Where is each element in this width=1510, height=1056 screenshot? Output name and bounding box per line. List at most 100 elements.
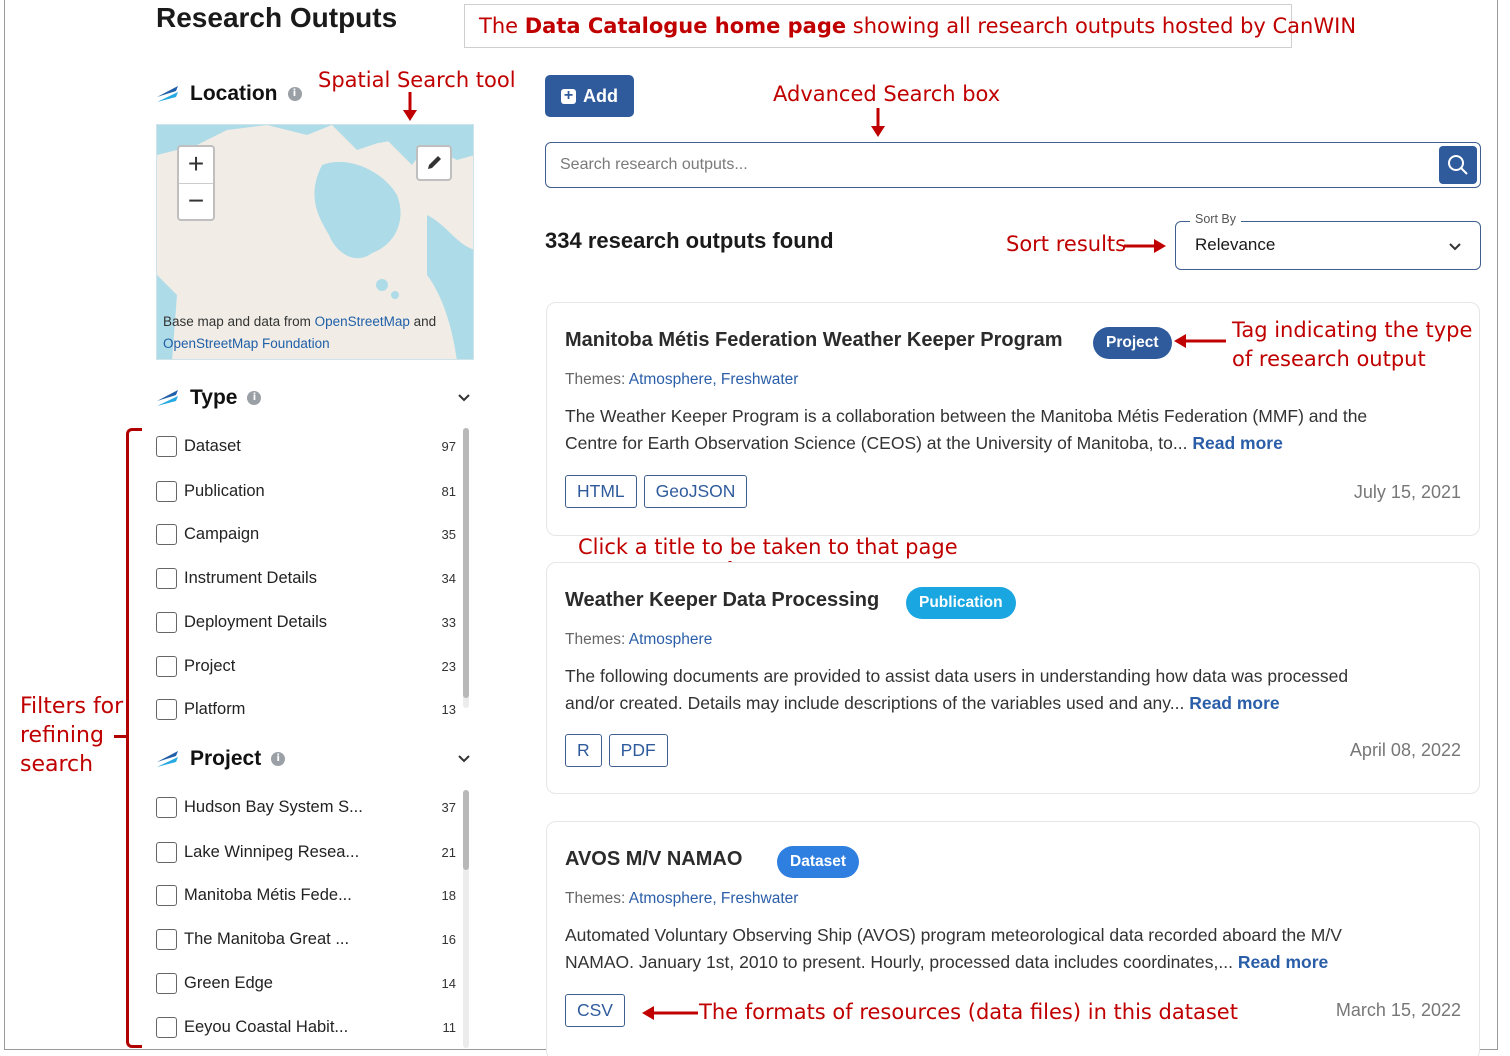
type-filter-project[interactable]: Project 23 <box>156 654 456 678</box>
filter-label: Manitoba Métis Fede... <box>184 885 352 904</box>
type-filter-instrument-details[interactable]: Instrument Details 34 <box>156 566 456 590</box>
themes-label: Themes: <box>565 890 629 907</box>
result-title-link[interactable]: AVOS M/V NAMAO <box>565 848 742 871</box>
type-filter-deployment-details[interactable]: Deployment Details 33 <box>156 610 456 634</box>
checkbox[interactable] <box>156 523 177 545</box>
format-tag[interactable]: HTML <box>565 475 637 508</box>
type-header[interactable]: Type i <box>156 386 474 410</box>
draw-area-button[interactable] <box>416 145 452 181</box>
checkbox[interactable] <box>156 841 177 863</box>
chevron-down-icon[interactable] <box>457 754 471 764</box>
read-more-link[interactable]: Read more <box>1238 952 1328 972</box>
format-tag[interactable]: CSV <box>565 994 625 1027</box>
zoom-out-button[interactable]: − <box>179 183 213 219</box>
search-input[interactable] <box>560 151 1410 179</box>
chevron-down-icon[interactable] <box>457 393 471 403</box>
theme-links[interactable]: Atmosphere, Freshwater <box>629 890 799 907</box>
canwin-logo-icon <box>157 390 178 406</box>
type-filter-platform[interactable]: Platform 13 <box>156 697 456 721</box>
annotation-filters: Filters for refining search <box>20 692 123 779</box>
sort-select[interactable]: Sort By Relevance <box>1175 212 1481 270</box>
type-filter-scrollbar[interactable] <box>463 428 469 708</box>
type-filter-campaign[interactable]: Campaign 35 <box>156 522 456 546</box>
project-filter-item[interactable]: Green Edge 14 <box>156 971 456 995</box>
project-filter-item[interactable]: Lake Winnipeg Resea... 21 <box>156 840 456 864</box>
description-line: Centre for Earth Observation Science (CE… <box>565 433 1193 453</box>
filter-label: Project <box>184 656 236 675</box>
result-date: March 15, 2022 <box>1335 1000 1461 1020</box>
type-badge[interactable]: Publication <box>906 587 1016 619</box>
read-more-link[interactable]: Read more <box>1192 433 1282 453</box>
project-filter-item[interactable]: The Manitoba Great ... 16 <box>156 927 456 951</box>
info-icon[interactable]: i <box>247 391 262 405</box>
checkbox[interactable] <box>156 928 177 950</box>
filter-label: Instrument Details <box>184 568 317 587</box>
project-filter-item[interactable]: Eeyou Coastal Habit... 11 <box>156 1015 456 1039</box>
checkbox[interactable] <box>156 435 177 457</box>
info-icon[interactable]: i <box>287 87 302 101</box>
description-line: NAMAO. January 1st, 2010 to present. Hou… <box>565 952 1238 972</box>
canwin-logo-icon <box>157 86 178 102</box>
add-button-label: Add <box>583 85 618 106</box>
checkbox[interactable] <box>156 480 177 502</box>
sort-value: Relevance <box>1195 235 1276 254</box>
checkbox[interactable] <box>156 884 177 906</box>
filter-count: 13 <box>441 701 456 717</box>
filter-count: 11 <box>442 1019 457 1035</box>
result-themes: Themes: Atmosphere, Freshwater <box>565 890 798 908</box>
checkbox[interactable] <box>156 611 177 633</box>
annotation-line: Filters for <box>20 694 124 719</box>
checkbox[interactable] <box>156 1016 177 1038</box>
osm-link[interactable]: OpenStreetMap <box>315 314 410 329</box>
read-more-link[interactable]: Read more <box>1189 693 1279 713</box>
project-header[interactable]: Project i <box>156 747 474 771</box>
type-filter-dataset[interactable]: Dataset 97 <box>156 434 456 458</box>
annotation-advanced-search: Advanced Search box <box>773 82 1001 106</box>
add-button[interactable]: + Add <box>545 75 634 117</box>
spatial-search-map[interactable]: + − Base map and data from OpenStreetMap… <box>156 124 474 360</box>
type-filter-publication[interactable]: Publication 81 <box>156 479 456 503</box>
scrollbar-thumb[interactable] <box>463 428 469 698</box>
project-filter-scrollbar[interactable] <box>463 790 469 1048</box>
checkbox[interactable] <box>156 567 177 589</box>
caption-suffix: showing all research outputs hosted by C… <box>846 14 1357 38</box>
type-badge[interactable]: Project <box>1093 327 1172 359</box>
format-tag[interactable]: PDF <box>608 734 668 767</box>
theme-links[interactable]: Atmosphere, Freshwater <box>629 371 799 388</box>
osm-foundation-link[interactable]: OpenStreetMap Foundation <box>163 336 330 351</box>
format-tag[interactable]: R <box>565 734 602 767</box>
project-filter-item[interactable]: Manitoba Métis Fede... 18 <box>156 883 456 907</box>
theme-links[interactable]: Atmosphere <box>629 631 713 648</box>
annotation-arrow-right-icon <box>1124 239 1166 253</box>
caption-bold: Data Catalogue home page <box>524 14 847 38</box>
result-title-link[interactable]: Weather Keeper Data Processing <box>565 589 879 612</box>
description-line: and/or created. Details may include desc… <box>565 693 1190 713</box>
checkbox[interactable] <box>156 796 177 818</box>
scrollbar-thumb[interactable] <box>463 790 469 870</box>
filter-count: 33 <box>441 614 456 630</box>
caption-box: The Data Catalogue home page showing all… <box>464 4 1356 48</box>
checkbox[interactable] <box>156 972 177 994</box>
annotation-arrow-left-icon <box>642 1006 698 1020</box>
info-icon[interactable]: i <box>271 752 286 766</box>
zoom-in-button[interactable]: + <box>179 147 213 183</box>
format-tag[interactable]: GeoJSON <box>643 475 748 508</box>
filter-label: Platform <box>184 699 246 718</box>
checkbox[interactable] <box>156 698 177 720</box>
checkbox[interactable] <box>156 655 177 677</box>
annotation-sort-results: Sort results <box>1006 232 1127 256</box>
results-count: 334 research outputs found <box>545 228 834 253</box>
result-title-link[interactable]: Manitoba Métis Federation Weather Keeper… <box>565 329 1063 352</box>
filter-count: 34 <box>441 570 456 586</box>
type-badge[interactable]: Dataset <box>777 846 859 878</box>
project-filter-item[interactable]: Hudson Bay System S... 37 <box>156 795 456 819</box>
filter-count: 16 <box>441 931 456 947</box>
filter-count: 97 <box>441 438 456 454</box>
filter-label: Publication <box>184 481 265 500</box>
filter-label: Eeyou Coastal Habit... <box>184 1017 349 1036</box>
filter-count: 21 <box>441 844 456 860</box>
annotation-click-title: Click a title to be taken to that page <box>578 535 958 559</box>
annotation-line: refining <box>20 723 104 748</box>
filter-count: 35 <box>441 526 456 542</box>
search-button[interactable] <box>1439 146 1477 184</box>
